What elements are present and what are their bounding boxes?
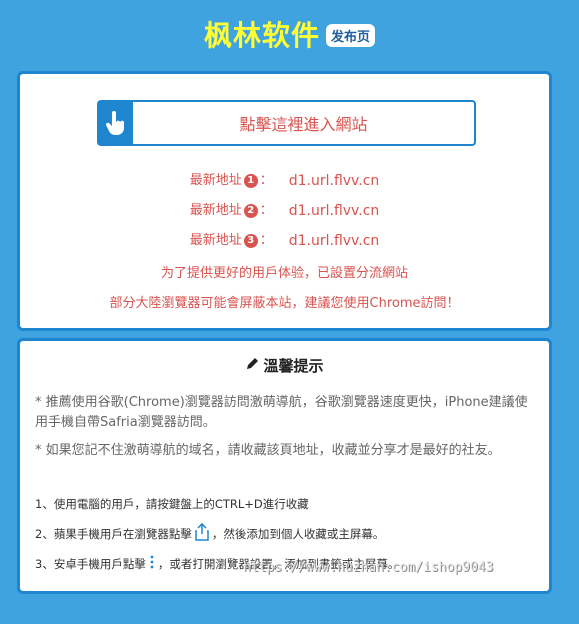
- address-sep: ：: [259, 233, 273, 248]
- address-line-3[interactable]: 最新地址 3 ： d1.url.flvv.cn: [20, 232, 549, 250]
- tip-step-1: 1、使用電腦的用戶，請按鍵盤上的CTRL+D進行收藏: [35, 496, 540, 512]
- browser-notice: 部分大陸瀏覽器可能會屏蔽本站，建議您使用Chrome訪問！: [109, 296, 460, 311]
- address-line-1[interactable]: 最新地址 1 ： d1.url.flvv.cn: [20, 172, 549, 190]
- step-2-text-b: ，然後添加到個人收藏或主屏幕。: [211, 527, 385, 541]
- release-badge: 发布页: [326, 23, 376, 47]
- tip-paragraph-1: * 推薦使用谷歌(Chrome)瀏覽器訪問激萌導航，谷歌瀏覽器速度更快，iPho…: [35, 395, 528, 430]
- tips-card: 溫馨提示 * 推薦使用谷歌(Chrome)瀏覽器訪問激萌導航，谷歌瀏覽器速度更快…: [17, 338, 552, 594]
- hand-pointer-icon: [99, 102, 133, 144]
- tips-title: 溫馨提示: [263, 357, 324, 375]
- tips-heading: 溫馨提示: [20, 355, 549, 376]
- links-card: 點擊這裡進入網站 最新地址 1 ： d1.url.flvv.cn 最新地址 2 …: [17, 71, 552, 331]
- address-label: 最新地址: [189, 173, 242, 188]
- address-number: 3: [243, 234, 258, 248]
- address-sep: ：: [259, 173, 273, 188]
- brand-title: 枫林软件: [203, 19, 320, 52]
- address-label: 最新地址: [189, 233, 242, 248]
- tip-step-2: 2、蘋果手機用戶在瀏覽器點擊 ，然後添加到個人收藏或主屏幕。: [35, 522, 540, 545]
- address-number: 2: [243, 204, 258, 218]
- address-url[interactable]: d1.url.flvv.cn: [289, 202, 380, 220]
- step-2-text-a: 2、蘋果手機用戶在瀏覽器點擊: [35, 527, 192, 541]
- step-3-text-a: 3、安卓手機用戶點擊: [35, 557, 146, 571]
- tip-paragraph-2: * 如果您記不住激萌導航的域名，請收藏該頁地址，收藏並分享才是最好的社友。: [35, 443, 501, 458]
- header: 枫林软件 发布页: [0, 12, 579, 56]
- address-line-2[interactable]: 最新地址 2 ： d1.url.flvv.cn: [20, 202, 549, 220]
- address-number: 1: [243, 174, 258, 188]
- pencil-icon: [245, 357, 259, 375]
- step-1-text: 1、使用電腦的用戶，請按鍵盤上的CTRL+D進行收藏: [35, 497, 309, 511]
- watermark: https://www.huzhan.com/ishop9043: [243, 560, 494, 575]
- kebab-menu-icon: [149, 555, 155, 573]
- address-label: 最新地址: [189, 203, 242, 218]
- diversion-notice: 为了提供更好的用戶体验，已設置分流網站: [160, 266, 408, 281]
- enter-site-button[interactable]: 點擊這裡進入網站: [97, 100, 476, 146]
- address-sep: ：: [259, 203, 273, 218]
- enter-site-label: 點擊這裡進入網站: [239, 115, 368, 134]
- address-url[interactable]: d1.url.flvv.cn: [289, 232, 380, 250]
- share-icon: [195, 522, 209, 545]
- address-url[interactable]: d1.url.flvv.cn: [289, 172, 380, 190]
